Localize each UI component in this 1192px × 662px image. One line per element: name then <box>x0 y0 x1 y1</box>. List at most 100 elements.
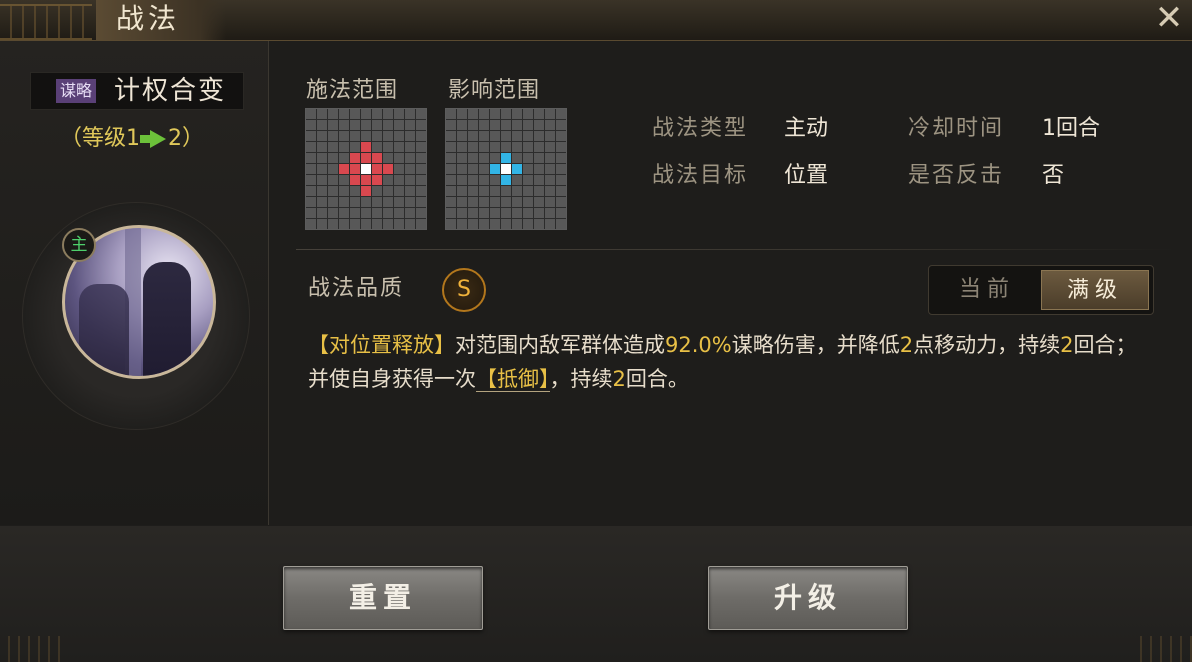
grid-cell <box>446 197 456 207</box>
grid-cell <box>361 164 371 174</box>
grid-cell <box>501 153 511 163</box>
skill-description: 【对位置释放】对范围内敌军群体造成92.0%谋略伤害，并降低2点移动力，持续2回… <box>308 333 1137 392</box>
desc-tag: 【对位置释放】 <box>308 333 455 357</box>
grid-cell <box>317 109 327 119</box>
grid-cell <box>556 219 566 229</box>
skill-type-label: 战法类型 <box>652 116 749 141</box>
reset-button[interactable]: 重置 <box>283 566 483 630</box>
grid-cell <box>457 175 467 185</box>
header-ornament <box>0 4 92 40</box>
grid-cell <box>350 208 360 218</box>
grid-cell <box>372 208 382 218</box>
grid-cell <box>512 142 522 152</box>
grid-cell <box>512 164 522 174</box>
grid-cell <box>317 164 327 174</box>
grid-cell <box>317 153 327 163</box>
level-progress: （等级1 2） <box>60 124 204 154</box>
skill-target-value: 位置 <box>784 163 829 188</box>
grid-cell <box>361 197 371 207</box>
grid-cell <box>328 197 338 207</box>
grid-cell <box>416 197 426 207</box>
grid-cell <box>405 219 415 229</box>
grid-cell <box>394 109 404 119</box>
grid-cell <box>534 186 544 196</box>
grid-cell <box>306 131 316 141</box>
grid-cell <box>416 186 426 196</box>
grid-cell <box>372 153 382 163</box>
counter-label: 是否反击 <box>908 163 1005 188</box>
grid-cell <box>490 197 500 207</box>
grid-cell <box>361 175 371 185</box>
status-link-defend[interactable]: 【抵御】 <box>476 367 550 392</box>
grid-cell <box>317 186 327 196</box>
grid-cell <box>372 186 382 196</box>
grid-cell <box>361 186 371 196</box>
grid-cell <box>405 197 415 207</box>
grid-cell <box>512 219 522 229</box>
level-to: 2） <box>168 126 204 151</box>
cast-range-label: 施法范围 <box>306 78 399 103</box>
grid-cell <box>468 131 478 141</box>
grid-cell <box>372 131 382 141</box>
skill-name: 计权合变 <box>114 76 227 106</box>
grid-cell <box>317 219 327 229</box>
grid-cell <box>457 197 467 207</box>
grid-cell <box>468 175 478 185</box>
grid-cell <box>446 208 456 218</box>
grid-cell <box>328 219 338 229</box>
grid-cell <box>339 208 349 218</box>
effect-range-grid <box>445 108 567 230</box>
grid-cell <box>468 153 478 163</box>
grid-cell <box>512 208 522 218</box>
grid-cell <box>512 120 522 130</box>
grid-cell <box>556 131 566 141</box>
grid-cell <box>468 120 478 130</box>
grid-cell <box>394 164 404 174</box>
grid-cell <box>405 109 415 119</box>
upgrade-button[interactable]: 升级 <box>708 566 908 630</box>
close-icon[interactable]: ✕ <box>1152 1 1186 36</box>
grid-cell <box>501 109 511 119</box>
toggle-current[interactable]: 当前 <box>933 270 1041 310</box>
grid-cell <box>501 120 511 130</box>
grid-cell <box>556 175 566 185</box>
grid-cell <box>328 208 338 218</box>
grid-cell <box>372 109 382 119</box>
grid-cell <box>328 131 338 141</box>
skill-target-label: 战法目标 <box>652 163 749 188</box>
grid-cell <box>479 153 489 163</box>
grid-cell <box>328 142 338 152</box>
grid-cell <box>317 197 327 207</box>
grid-cell <box>394 153 404 163</box>
grid-cell <box>350 175 360 185</box>
grid-cell <box>405 131 415 141</box>
grid-cell <box>446 175 456 185</box>
grid-cell <box>534 175 544 185</box>
toggle-max-level[interactable]: 满级 <box>1041 270 1149 310</box>
grid-cell <box>405 142 415 152</box>
grid-cell <box>383 164 393 174</box>
grid-cell <box>405 153 415 163</box>
grid-cell <box>306 120 316 130</box>
grid-cell <box>350 219 360 229</box>
counter-value: 否 <box>1042 163 1065 188</box>
grid-cell <box>361 120 371 130</box>
grid-cell <box>468 208 478 218</box>
page-title: 战法 <box>116 2 181 35</box>
grid-cell <box>534 197 544 207</box>
grid-cell <box>383 120 393 130</box>
grid-cell <box>523 120 533 130</box>
grid-cell <box>523 186 533 196</box>
grid-cell <box>383 175 393 185</box>
grid-cell <box>556 208 566 218</box>
grid-cell <box>339 219 349 229</box>
grid-cell <box>457 142 467 152</box>
grid-cell <box>556 153 566 163</box>
grid-cell <box>523 142 533 152</box>
grid-cell <box>501 197 511 207</box>
grid-cell <box>545 142 555 152</box>
quality-label: 战法品质 <box>308 276 405 301</box>
grid-cell <box>383 142 393 152</box>
grid-cell <box>383 186 393 196</box>
grid-cell <box>556 142 566 152</box>
